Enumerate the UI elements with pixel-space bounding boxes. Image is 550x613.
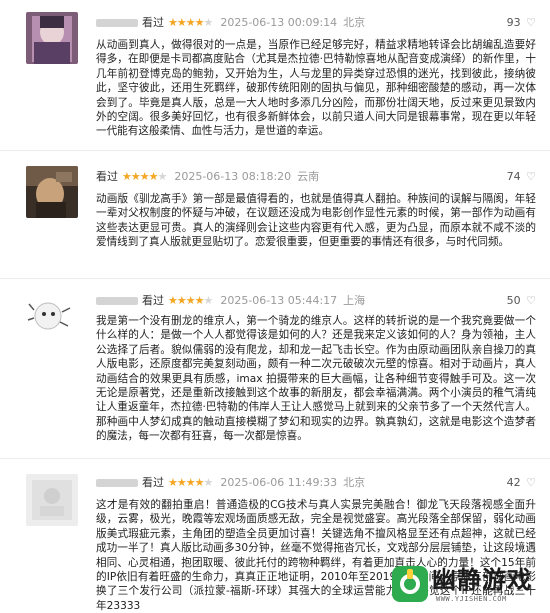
- like-count-value: 50: [506, 294, 521, 307]
- username[interactable]: [96, 479, 138, 487]
- rating-stars: ★★★★★: [168, 476, 213, 489]
- review-text: 动画版《驯龙高手》第一部是最值得看的，也就是值得真人翻拍。种族间的误解与隔阂，年…: [96, 193, 536, 249]
- review-time: 2025-06-13 00:09:14: [220, 16, 338, 29]
- divider: [0, 150, 550, 151]
- avatar-image-icon: [26, 474, 78, 526]
- avatar-image-icon: [26, 292, 78, 344]
- watched-label: 看过: [96, 170, 118, 183]
- rating-stars: ★★★★★: [122, 170, 167, 183]
- rating-stars: ★★★★★: [168, 16, 213, 29]
- review-text: 从动画到真人，做得很对的一点是，当原作已经足够完好，精益求精地转译会比胡编乱造要…: [96, 39, 536, 138]
- brand-logo-icon: [392, 566, 428, 602]
- review-item: 看过 ★★★★★ 2025-06-13 00:09:14 北京 93 ♡ 从动画到真人…: [0, 0, 550, 137]
- avatar[interactable]: [26, 166, 78, 218]
- review-time: 2025-06-13 08:18:20: [174, 170, 292, 183]
- heart-icon[interactable]: ♡: [526, 294, 536, 307]
- like-count[interactable]: 74 ♡: [507, 170, 536, 183]
- avatar-image-icon: [26, 12, 78, 64]
- star-icon: ★: [203, 294, 213, 307]
- like-count-value: 42: [506, 476, 521, 489]
- rating-stars: ★★★★★: [168, 294, 213, 307]
- star-icon: ★★★★: [168, 16, 204, 29]
- review-location: 上海: [343, 294, 366, 307]
- heart-icon[interactable]: ♡: [526, 170, 536, 183]
- avatar[interactable]: [26, 12, 78, 64]
- review-meta: 看过 ★★★★★ 2025-06-13 08:18:20 云南: [96, 170, 319, 184]
- username[interactable]: [96, 19, 138, 27]
- watched-label: 看过: [142, 294, 164, 307]
- review-location: 云南: [297, 170, 320, 183]
- review-meta: 看过 ★★★★★ 2025-06-13 05:44:17 上海: [96, 294, 365, 308]
- avatar-image-icon: [26, 166, 78, 218]
- star-icon: ★★★★: [168, 476, 204, 489]
- review-location: 北京: [343, 476, 366, 489]
- divider: [0, 458, 550, 459]
- like-count-value: 74: [506, 170, 521, 183]
- like-count[interactable]: 93 ♡: [507, 16, 536, 29]
- star-icon: ★: [203, 16, 213, 29]
- star-icon: ★: [203, 476, 213, 489]
- review-location: 北京: [343, 16, 366, 29]
- site-watermark: 幽静游戏 WWW.YJISHEN.COM: [392, 564, 540, 608]
- username[interactable]: [96, 297, 138, 305]
- review-time: 2025-06-06 11:49:33: [220, 476, 338, 489]
- avatar[interactable]: [26, 292, 78, 344]
- like-count[interactable]: 50 ♡: [507, 294, 536, 307]
- review-time: 2025-06-13 05:44:17: [220, 294, 338, 307]
- review-text: 我是第一个没有删龙的维京人，第一个骑龙的维京人。这样的转折说的是一个我究竟要做一…: [96, 315, 536, 443]
- divider: [0, 278, 550, 279]
- watermark-brand: 幽静游戏: [432, 566, 532, 594]
- heart-icon[interactable]: ♡: [526, 16, 536, 29]
- like-count[interactable]: 42 ♡: [507, 476, 536, 489]
- watched-label: 看过: [142, 476, 164, 489]
- review-item: 看过 ★★★★★ 2025-06-13 05:44:17 上海 50 ♡ 我是第一个没…: [0, 286, 550, 446]
- like-count-value: 93: [506, 16, 521, 29]
- review-meta: 看过 ★★★★★ 2025-06-06 11:49:33 北京: [96, 476, 365, 490]
- review-item: 看过 ★★★★★ 2025-06-13 08:18:20 云南 74 ♡ 动画版《驯龙…: [0, 158, 550, 266]
- avatar[interactable]: [26, 474, 78, 526]
- watched-label: 看过: [142, 16, 164, 29]
- star-icon: ★: [157, 170, 167, 183]
- review-meta: 看过 ★★★★★ 2025-06-13 00:09:14 北京: [96, 16, 365, 30]
- star-icon: ★★★★: [122, 170, 158, 183]
- star-icon: ★★★★: [168, 294, 204, 307]
- heart-icon[interactable]: ♡: [526, 476, 536, 489]
- watermark-url: WWW.YJISHEN.COM: [436, 595, 507, 603]
